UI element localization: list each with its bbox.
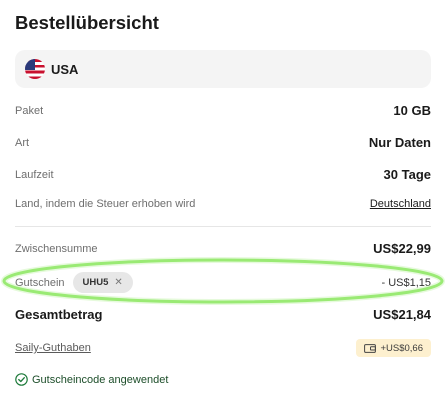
- close-icon[interactable]: ✕: [114, 277, 122, 288]
- package-label: Paket: [15, 104, 44, 117]
- coupon-discount: - US$1,15: [381, 276, 431, 289]
- type-label: Art: [15, 136, 30, 149]
- subtotal-row: Zwischensumme US$22,99: [15, 241, 431, 256]
- coupon-chip: UHU5 ✕: [72, 272, 133, 293]
- country-name: USA: [51, 61, 79, 77]
- order-summary-title: Bestellübersicht: [15, 12, 159, 33]
- detail-row-type: Art Nur Daten: [15, 135, 431, 150]
- coupon-row: Gutschein UHU5 ✕ - US$1,15: [15, 272, 431, 293]
- total-row: Gesamtbetrag US$21,84: [15, 307, 431, 322]
- tax-country-link[interactable]: Deutschland: [370, 198, 431, 210]
- type-value: Nur Daten: [368, 135, 431, 150]
- credit-value: +US$0,66: [380, 342, 423, 354]
- us-flag-icon: [25, 59, 45, 79]
- check-circle-icon: [15, 373, 28, 386]
- coupon-code: UHU5: [82, 277, 109, 288]
- country-selector[interactable]: USA: [15, 50, 431, 88]
- credit-row: Saily-Guthaben +US$0,66: [15, 339, 431, 357]
- credit-badge: +US$0,66: [356, 339, 431, 357]
- detail-row-duration: Laufzeit 30 Tage: [15, 167, 431, 182]
- detail-row-package: Paket 10 GB: [15, 103, 431, 118]
- coupon-applied-status: Gutscheincode angewendet: [15, 373, 168, 386]
- duration-value: 30 Tage: [383, 167, 431, 182]
- coupon-applied-text: Gutscheincode angewendet: [32, 373, 169, 386]
- detail-row-tax-country: Land, indem die Steuer erhoben wird Deut…: [15, 198, 431, 210]
- coupon-label: Gutschein: [15, 276, 65, 289]
- subtotal-label: Zwischensumme: [15, 242, 98, 255]
- saily-credit-link[interactable]: Saily-Guthaben: [15, 342, 91, 354]
- package-value: 10 GB: [393, 103, 431, 118]
- total-value: US$21,84: [373, 307, 431, 322]
- total-label: Gesamtbetrag: [15, 307, 103, 322]
- tax-country-label: Land, indem die Steuer erhoben wird: [15, 198, 196, 210]
- duration-label: Laufzeit: [15, 168, 54, 181]
- divider: [15, 226, 431, 227]
- subtotal-value: US$22,99: [373, 241, 431, 256]
- wallet-icon: [364, 344, 377, 353]
